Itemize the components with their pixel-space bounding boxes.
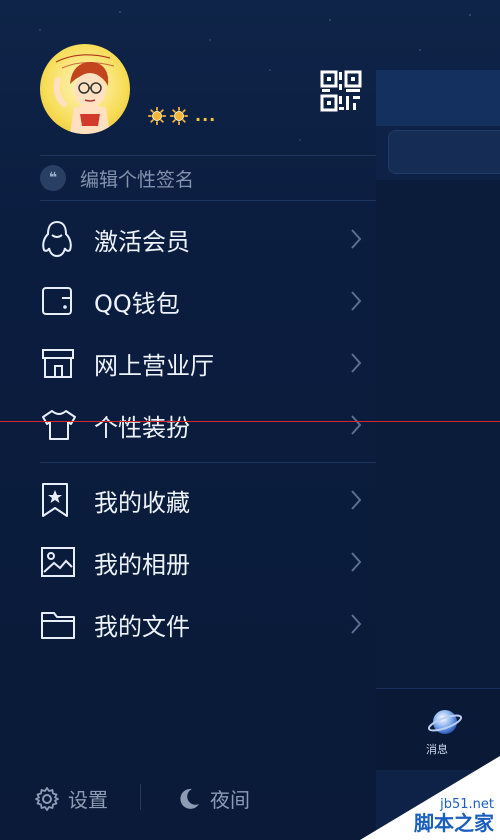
menu-item-favorites[interactable]: 我的收藏: [40, 469, 376, 531]
chevron-right-icon: [351, 614, 362, 634]
level-more: ...: [195, 106, 217, 125]
drawer-footer: 设置 夜间: [0, 760, 376, 840]
penguin-icon: [40, 219, 80, 259]
level-badges[interactable]: ...: [148, 106, 216, 125]
quote-icon: ❝: [40, 165, 66, 191]
menu-item-business-hall[interactable]: 网上营业厅: [40, 332, 376, 394]
photo-icon: [40, 542, 80, 582]
menu-label: 我的相册: [94, 550, 190, 579]
menu-label: 网上营业厅: [94, 351, 214, 380]
main-pane-peek[interactable]: 消息: [376, 70, 500, 840]
chevron-right-icon: [351, 490, 362, 510]
folder-icon: [40, 604, 80, 644]
cartoon-avatar-icon: [53, 54, 115, 134]
menu-label: QQ钱包: [94, 289, 180, 318]
watermark-name: 脚本之家: [414, 811, 494, 835]
menu-label: 个性装扮: [94, 413, 190, 442]
signature-placeholder: 编辑个性签名: [80, 168, 195, 191]
menu-item-vip[interactable]: 激活会员: [40, 208, 376, 270]
night-mode-button[interactable]: 夜间: [176, 784, 250, 813]
settings-button[interactable]: 设置: [34, 784, 108, 813]
qr-code-icon[interactable]: [320, 70, 362, 112]
settings-label: 设置: [68, 788, 108, 812]
footer-separator: [140, 784, 141, 810]
wallet-icon: [40, 281, 80, 321]
chevron-right-icon: [351, 552, 362, 572]
menu-item-personalize[interactable]: 个性装扮: [40, 394, 376, 456]
chevron-right-icon: [351, 291, 362, 311]
moon-icon: [180, 788, 199, 809]
menu-label: 激活会员: [94, 227, 190, 256]
chevron-right-icon: [351, 353, 362, 373]
sun-badge-icon: [170, 106, 188, 125]
drawer-menu: 激活会员 QQ钱包 网上营业厅 个性装扮 我的收藏 我的相册 我的文件: [40, 208, 376, 655]
store-icon: [40, 343, 80, 383]
site-watermark: jb51.net 脚本之家: [360, 756, 500, 840]
signature-row[interactable]: ❝ 编辑个性签名: [40, 155, 376, 201]
tshirt-icon: [40, 405, 80, 445]
menu-divider: [40, 462, 376, 463]
tab-messages-label[interactable]: 消息: [426, 741, 448, 757]
menu-item-album[interactable]: 我的相册: [40, 531, 376, 593]
avatar[interactable]: [40, 44, 130, 134]
menu-item-wallet[interactable]: QQ钱包: [40, 270, 376, 332]
planet-icon[interactable]: [428, 705, 462, 739]
sun-badge-icon: [148, 106, 166, 125]
night-mode-label: 夜间: [210, 788, 250, 812]
main-conversation-list: [376, 180, 500, 688]
bookmark-star-icon: [40, 480, 80, 520]
main-topbar: [376, 70, 500, 126]
menu-item-files[interactable]: 我的文件: [40, 593, 376, 655]
menu-label: 我的收藏: [94, 488, 190, 517]
overlay-red-line: [0, 421, 500, 422]
gear-icon: [35, 786, 59, 811]
main-search-bar[interactable]: [388, 130, 500, 174]
chevron-right-icon: [351, 415, 362, 435]
chevron-right-icon: [351, 229, 362, 249]
menu-label: 我的文件: [94, 612, 190, 641]
